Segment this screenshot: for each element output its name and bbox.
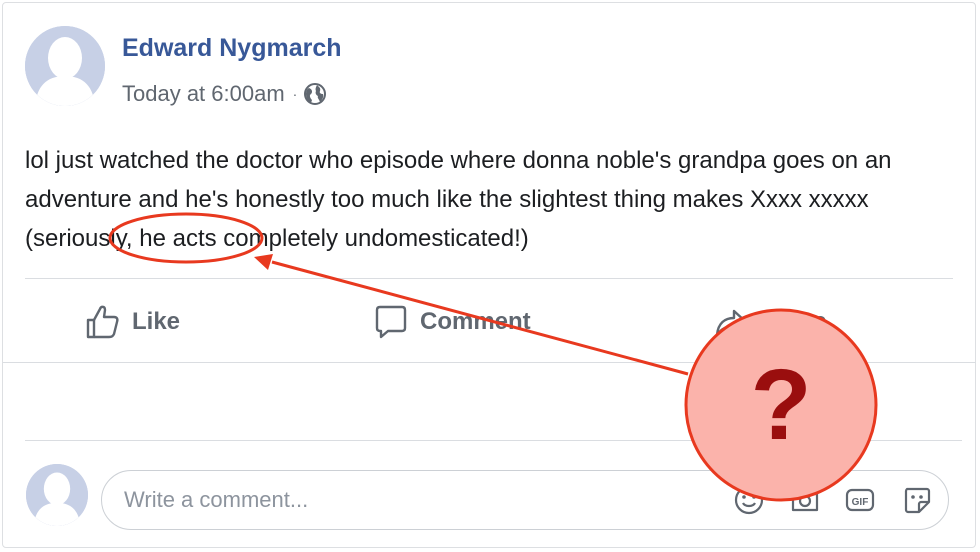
comment-label: Comment bbox=[420, 308, 531, 335]
post-timestamp[interactable]: Today at 6:00am bbox=[122, 81, 285, 107]
globe-icon[interactable] bbox=[303, 82, 327, 106]
author-avatar[interactable] bbox=[25, 26, 105, 106]
meta-separator: · bbox=[292, 86, 298, 102]
camera-icon[interactable] bbox=[789, 484, 821, 516]
comment-button[interactable]: Comment bbox=[372, 300, 531, 344]
post-text: lol just watched the doctor who episode … bbox=[25, 147, 892, 252]
share-button[interactable]: Share bbox=[712, 300, 827, 344]
commenter-avatar[interactable] bbox=[26, 464, 88, 526]
gif-label: GIF bbox=[852, 497, 869, 508]
share-icon bbox=[715, 309, 748, 337]
emoji-icon[interactable] bbox=[733, 484, 765, 516]
like-button[interactable]: Like bbox=[84, 300, 180, 344]
share-label: Share bbox=[760, 308, 827, 335]
comment-input[interactable] bbox=[122, 486, 726, 514]
like-label: Like bbox=[132, 308, 181, 335]
gif-icon[interactable]: GIF bbox=[844, 484, 876, 516]
thumbs-up-icon bbox=[86, 305, 119, 339]
divider bbox=[25, 278, 953, 279]
sticker-icon[interactable] bbox=[901, 484, 933, 516]
author-name[interactable]: Edward Nygmarch bbox=[122, 34, 342, 63]
comment-box[interactable] bbox=[101, 470, 949, 530]
post-meta: Today at 6:00am · bbox=[122, 81, 327, 107]
comment-bubble-icon bbox=[375, 305, 407, 339]
divider bbox=[3, 362, 976, 363]
divider bbox=[25, 440, 962, 441]
